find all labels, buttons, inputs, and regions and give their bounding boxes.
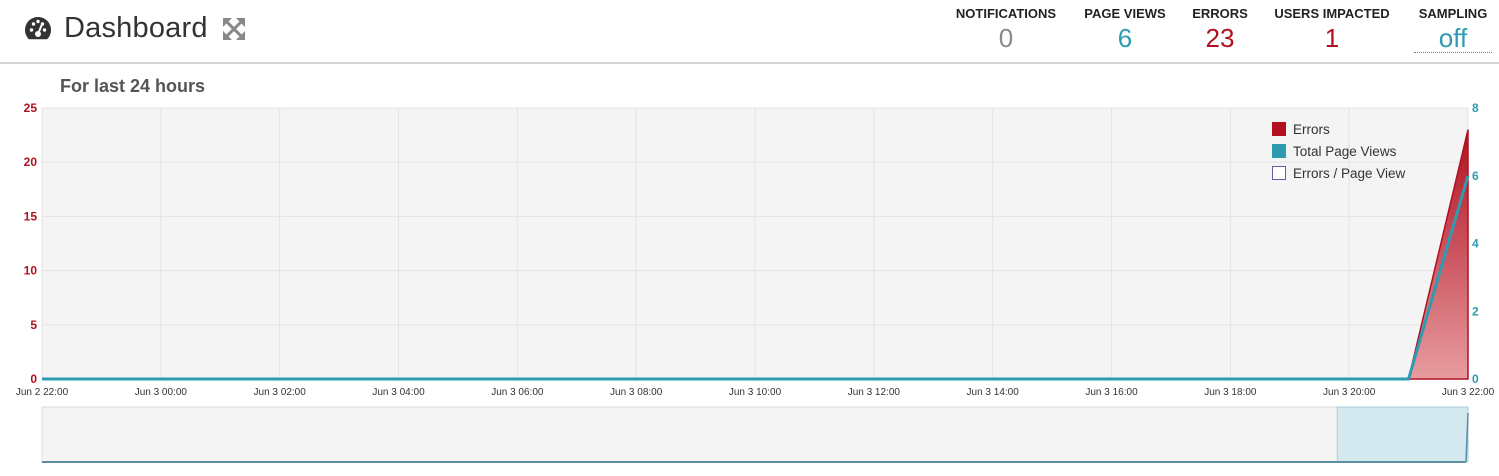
y-right-tick-label: 8 <box>1472 101 1479 115</box>
x-tick-label: Jun 3 04:00 <box>372 387 425 398</box>
stat-page-views-label: PAGE VIEWS <box>1084 6 1166 21</box>
navigator-selection[interactable] <box>1336 406 1469 463</box>
stat-notifications-value: 0 <box>998 23 1014 53</box>
y-left-tick-label: 25 <box>24 101 38 115</box>
page-title: Dashboard <box>64 12 208 44</box>
stat-users-impacted-value: 1 <box>1324 23 1340 53</box>
stat-errors[interactable]: ERRORS 23 <box>1190 6 1250 52</box>
y-right-tick-label: 4 <box>1472 237 1479 251</box>
x-tick-label: Jun 3 06:00 <box>491 387 544 398</box>
stat-notifications-label: NOTIFICATIONS <box>955 6 1057 21</box>
y-left-tick-label: 20 <box>24 155 38 169</box>
x-tick-label: Jun 3 16:00 <box>1085 387 1138 398</box>
x-tick-label: Jun 3 14:00 <box>967 387 1020 398</box>
stat-sampling-label: SAMPLING <box>1418 6 1488 21</box>
stat-sampling[interactable]: SAMPLING off <box>1414 6 1492 53</box>
stat-sampling-value[interactable]: off <box>1414 24 1492 53</box>
navigator-background <box>41 406 1469 463</box>
y-left-tick-label: 5 <box>30 318 37 332</box>
legend-swatch-page-views <box>1272 144 1286 158</box>
legend-swatch-errors-per-page-view <box>1272 166 1286 180</box>
stat-errors-value: 23 <box>1205 23 1235 53</box>
dashboard-header: Dashboard NOTIFICATIONS 0 PAGE VIEWS 6 E… <box>0 0 1499 64</box>
y-right-tick-label: 2 <box>1472 304 1479 318</box>
x-tick-label: Jun 3 08:00 <box>610 387 663 398</box>
legend-item-page-views[interactable]: Total Page Views <box>1272 140 1405 162</box>
stat-page-views-value: 6 <box>1117 23 1133 53</box>
chart-legend: Errors Total Page Views Errors / Page Vi… <box>1272 118 1405 184</box>
dashboard-gauge-icon <box>24 16 52 39</box>
x-tick-label: Jun 2 22:00 <box>16 387 69 398</box>
x-tick-label: Jun 3 00:00 <box>135 387 188 398</box>
legend-item-errors[interactable]: Errors <box>1272 118 1405 140</box>
x-tick-label: Jun 3 12:00 <box>848 387 901 398</box>
legend-item-errors-per-page-view[interactable]: Errors / Page View <box>1272 162 1405 184</box>
stat-errors-label: ERRORS <box>1192 6 1248 21</box>
stat-users-impacted-label: USERS IMPACTED <box>1274 6 1390 21</box>
title-wrap: Dashboard <box>22 12 246 45</box>
y-left-tick-label: 10 <box>24 264 38 278</box>
legend-label-page-views: Total Page Views <box>1293 143 1397 159</box>
stat-notifications[interactable]: NOTIFICATIONS 0 <box>955 6 1057 52</box>
y-left-tick-label: 15 <box>24 209 38 223</box>
y-right-tick-label: 6 <box>1472 169 1479 183</box>
x-tick-label: Jun 3 02:00 <box>254 387 307 398</box>
y-right-tick-label: 0 <box>1472 372 1479 386</box>
x-tick-label: Jun 3 18:00 <box>1204 387 1257 398</box>
chart-subtitle: For last 24 hours <box>60 76 206 96</box>
expand-arrows-icon[interactable] <box>222 17 246 41</box>
legend-label-errors-per-page-view: Errors / Page View <box>1293 165 1406 181</box>
stat-users-impacted[interactable]: USERS IMPACTED 1 <box>1273 6 1391 52</box>
x-tick-label: Jun 3 22:00 <box>1442 387 1495 398</box>
y-left-tick-label: 0 <box>30 372 37 386</box>
legend-label-errors: Errors <box>1293 121 1330 137</box>
range-navigator[interactable] <box>0 400 1499 476</box>
x-tick-label: Jun 3 20:00 <box>1323 387 1376 398</box>
legend-swatch-errors <box>1272 122 1286 136</box>
stat-page-views[interactable]: PAGE VIEWS 6 <box>1083 6 1167 52</box>
x-tick-label: Jun 3 10:00 <box>729 387 782 398</box>
